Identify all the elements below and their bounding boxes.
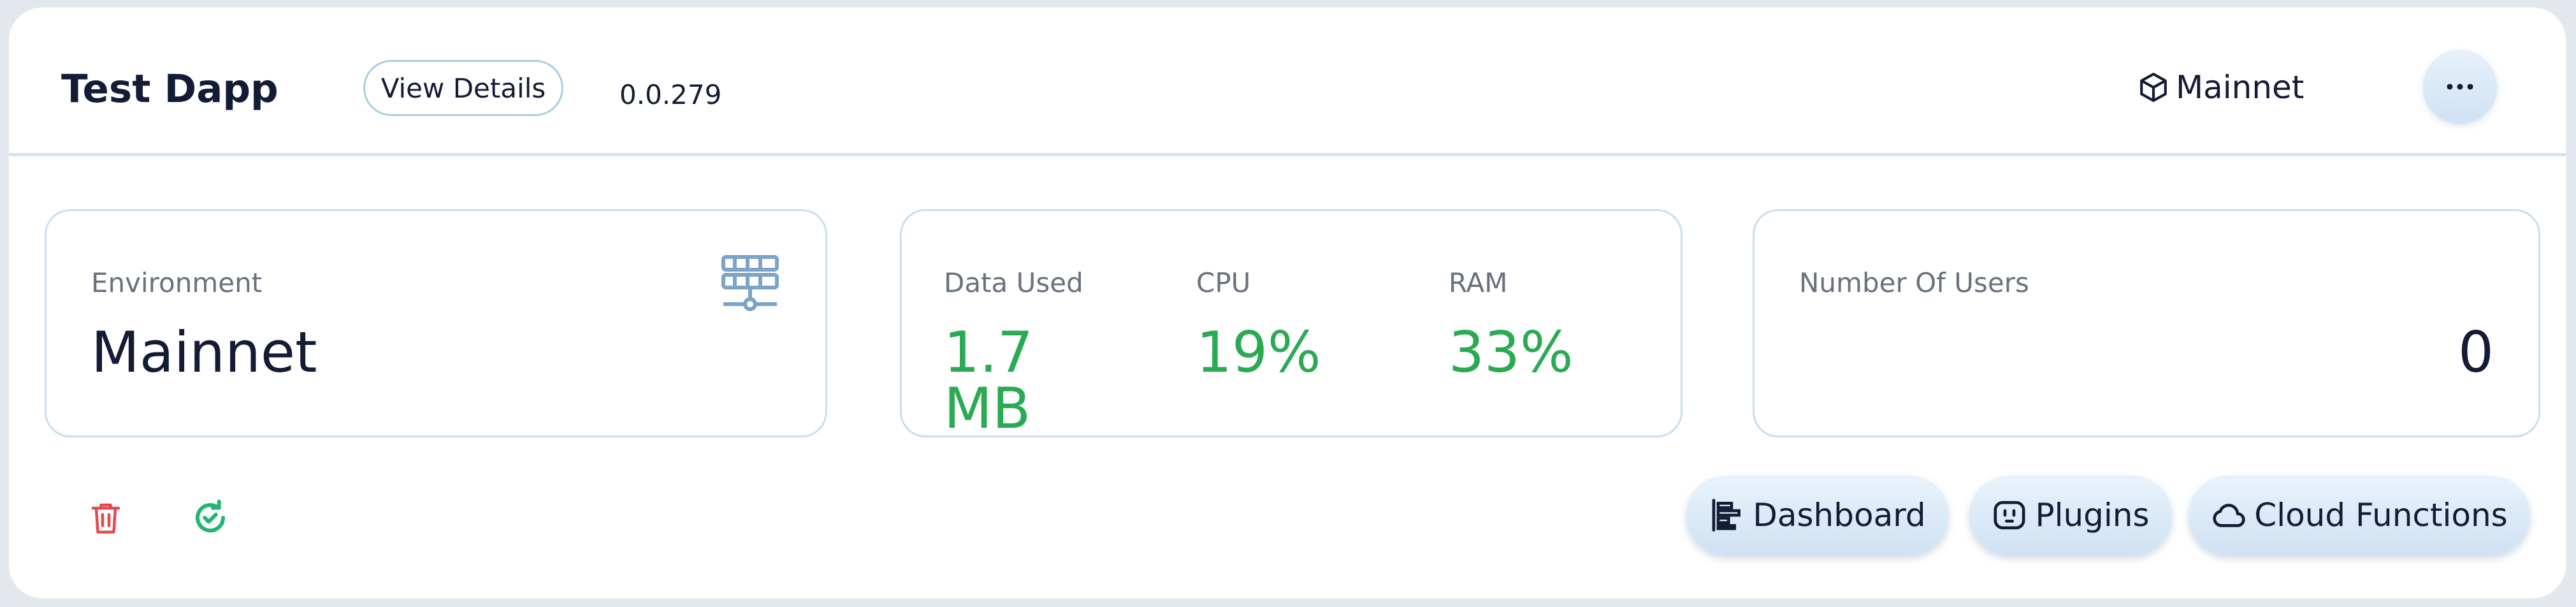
delete-button[interactable] xyxy=(80,492,131,543)
environment-value: Mainnet xyxy=(91,319,317,385)
environment-panel: Environment Mainnet xyxy=(45,209,827,437)
ram-label: RAM xyxy=(1449,267,1508,298)
refresh-check-icon xyxy=(196,499,225,532)
data-used-value: 1.7 MB xyxy=(944,319,1033,441)
card-header: Test Dapp View Details 0.0.279 Mainnet xyxy=(9,8,2566,156)
app-version: 0.0.279 xyxy=(619,79,722,110)
plugins-label: Plugins xyxy=(2035,497,2150,534)
cloud-icon xyxy=(2213,504,2245,527)
users-value: 0 xyxy=(2458,319,2494,385)
server-network-icon xyxy=(721,255,779,311)
more-options-button[interactable] xyxy=(2423,50,2497,124)
environment-label: Environment xyxy=(91,267,263,298)
cloud-functions-button[interactable]: Cloud Functions xyxy=(2189,476,2530,555)
refresh-button[interactable] xyxy=(185,492,236,543)
app-card: Test Dapp View Details 0.0.279 Mainnet E… xyxy=(9,8,2566,598)
bar-chart-icon xyxy=(1712,499,1741,532)
app-title: Test Dapp xyxy=(61,66,279,112)
more-horizontal-icon xyxy=(2447,84,2473,90)
network-selector[interactable]: Mainnet xyxy=(2138,69,2304,106)
view-details-button[interactable]: View Details xyxy=(363,60,563,116)
plugins-button[interactable]: Plugins xyxy=(1969,476,2172,555)
trash-icon xyxy=(91,503,120,534)
cloud-functions-label: Cloud Functions xyxy=(2254,497,2508,534)
plug-socket-icon xyxy=(1994,501,2025,530)
dashboard-button[interactable]: Dashboard xyxy=(1686,476,1949,555)
users-label: Number Of Users xyxy=(1799,267,2029,298)
resource-stats-panel: Data Used 1.7 MB CPU 19% RAM 33% xyxy=(900,209,1682,437)
users-panel: Number Of Users 0 xyxy=(1753,209,2540,437)
cpu-label: CPU xyxy=(1196,267,1251,298)
cpu-value: 19% xyxy=(1196,319,1321,385)
network-label: Mainnet xyxy=(2176,69,2305,106)
cube-icon xyxy=(2140,73,2167,102)
data-used-label: Data Used xyxy=(944,267,1083,298)
dashboard-label: Dashboard xyxy=(1753,497,1926,534)
ram-value: 33% xyxy=(1449,319,1574,385)
